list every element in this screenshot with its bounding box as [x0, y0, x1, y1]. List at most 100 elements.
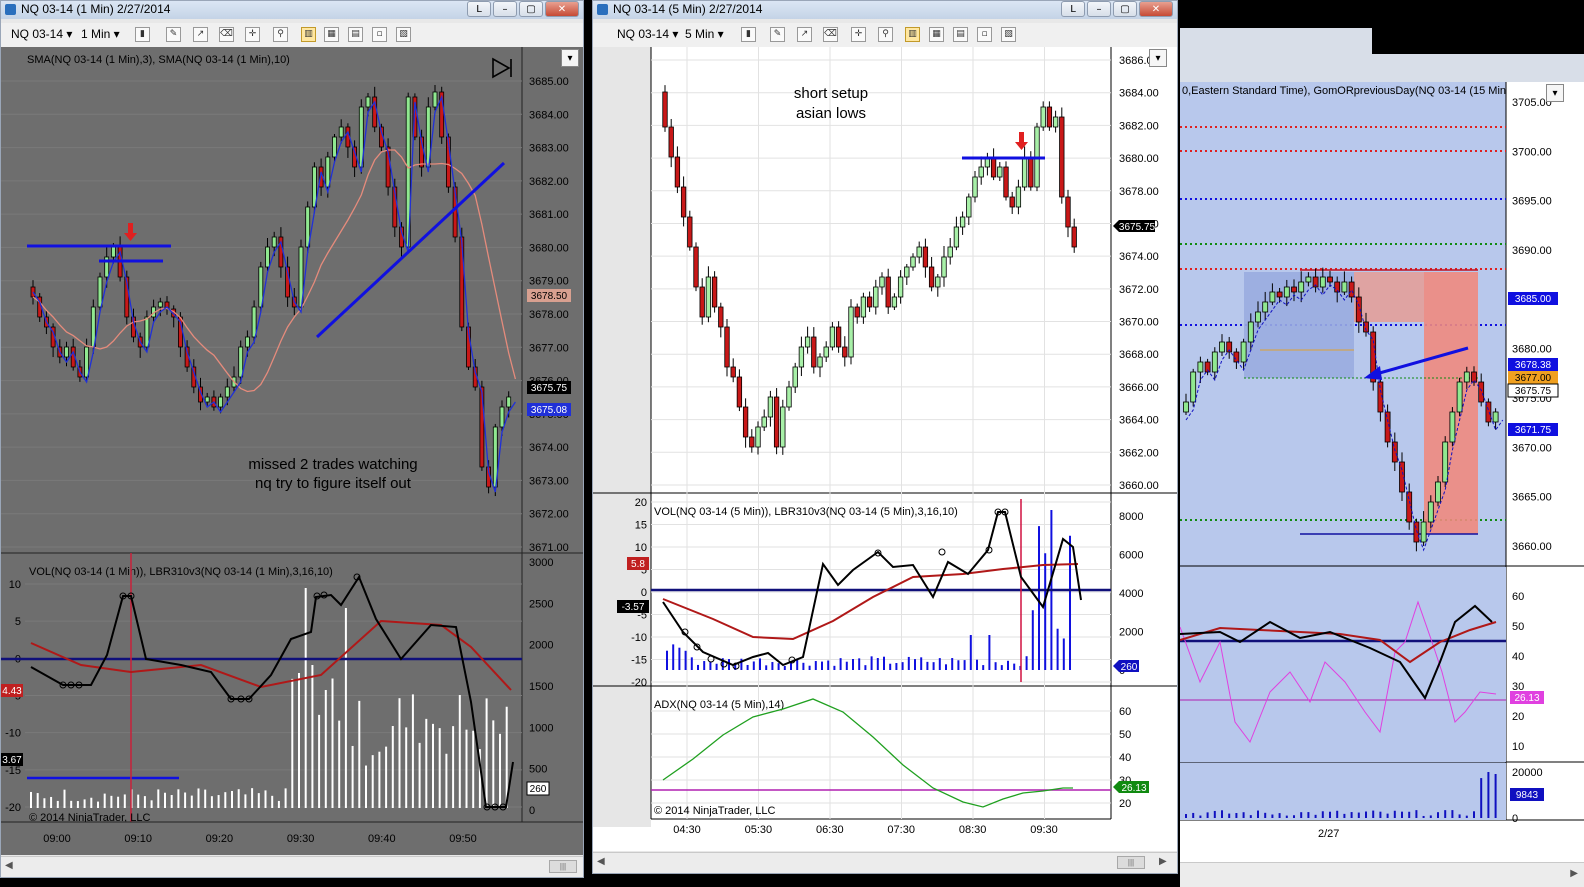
candle-body — [1456, 381, 1463, 413]
axis-tick-label: 3672.00 — [529, 509, 569, 521]
axis-tick-label: -15 — [5, 765, 21, 777]
minimize-button[interactable]: – — [493, 1, 517, 17]
chart-window-15min: L – ▢ ✕ 3705.003700.003695.003690.003685… — [1180, 28, 1584, 887]
annotation-line-2: nq try to figure itself out — [255, 475, 412, 492]
last-price-marker: 3675.75 — [527, 381, 571, 394]
maximize-button[interactable]: ▢ — [1113, 1, 1137, 17]
svg-text:3685.00: 3685.00 — [1515, 294, 1552, 305]
candle-body — [265, 246, 270, 268]
data-box-icon[interactable]: ▫ — [977, 27, 992, 42]
axis-tick-label: 0 — [1512, 813, 1518, 825]
draw-pencil-icon[interactable]: ✎ — [166, 27, 181, 42]
link-button[interactable]: L — [467, 1, 491, 17]
axis-tick-label: 3678.00 — [529, 309, 569, 321]
axis-tick-label: 3690.00 — [1512, 245, 1552, 257]
scroll-left-arrow[interactable]: ◀ — [597, 856, 605, 867]
chart-menu-dropdown[interactable]: ▾ — [561, 49, 579, 67]
candle-body — [749, 436, 755, 448]
axis-tick-label: 3682.00 — [529, 176, 569, 188]
axis-tick-label: 1500 — [529, 681, 553, 693]
chart-style-icon[interactable]: ▤ — [953, 27, 968, 42]
candle-body — [1478, 381, 1485, 403]
axis-tick-label: 3674.00 — [1119, 251, 1159, 263]
bar-type-icon[interactable]: ▮ — [135, 27, 150, 42]
osc-indicator-label: VOL(NQ 03-14 (1 Min)), LBR310v3(NQ 03-14… — [29, 566, 333, 578]
candle-body — [873, 286, 879, 308]
draw-tool-icon[interactable]: ↗ — [193, 27, 208, 42]
eraser-icon[interactable]: ⌫ — [219, 27, 234, 42]
indicators-icon[interactable]: ▥ — [301, 27, 316, 42]
instrument-selector[interactable]: NQ 03-14 ▾ — [617, 27, 678, 41]
candle-body — [1291, 286, 1297, 293]
indicators-icon[interactable]: ▥ — [905, 27, 920, 42]
candle-body — [699, 286, 705, 318]
chart-area-1min[interactable]: 3685.00 3684.00 3683.00 3682.00 3681.00 3680.… — [1, 47, 583, 855]
bar-type-icon[interactable]: ▮ — [741, 27, 756, 42]
zoom-icon[interactable]: ⚲ — [878, 27, 893, 42]
window-3-titlebar[interactable] — [1372, 28, 1584, 54]
axis-tick-label: 2000 — [529, 640, 553, 652]
crosshair-icon[interactable]: ✛ — [851, 27, 866, 42]
candle-body — [144, 316, 150, 348]
window-2-titlebar[interactable]: NQ 03-14 (5 Min) 2/27/2014 L – ▢ ✕ — [593, 1, 1177, 19]
annotation-line-1: short setup — [794, 85, 868, 102]
chart-area-5min[interactable]: 3686.003684.003682.003680.003678.003676.… — [593, 47, 1177, 851]
candle-body — [1021, 156, 1028, 188]
horizontal-scrollbar[interactable]: ◀ ||| ▶ — [593, 852, 1177, 873]
scroll-left-arrow[interactable]: ◀ — [5, 860, 13, 871]
candle-body — [792, 366, 798, 388]
close-button[interactable]: ✕ — [1139, 1, 1173, 17]
axis-tick-label: 2500 — [529, 598, 553, 610]
candle-body — [238, 346, 244, 378]
axis-tick-label: 50 — [1512, 621, 1524, 633]
axis-tick-label: 3680.00 — [529, 242, 569, 254]
eraser-icon[interactable]: ⌫ — [823, 27, 838, 42]
interval-selector[interactable]: 1 Min ▾ — [81, 27, 120, 41]
scroll-thumb[interactable]: ||| — [1117, 856, 1145, 869]
properties-icon[interactable]: ▧ — [1001, 27, 1016, 42]
candle-body — [1190, 371, 1197, 403]
axis-tick-label: 40 — [1512, 651, 1524, 663]
osc-indicator-label: VOL(NQ 03-14 (5 Min)), LBR310v3(NQ 03-14… — [654, 506, 958, 518]
axis-tick-label: -10 — [631, 632, 647, 644]
link-button[interactable]: L — [1061, 1, 1085, 17]
time-axis-label: 09:30 — [1030, 824, 1058, 836]
chart-area-15min[interactable]: 3705.003700.003695.003690.003685.003680.… — [1180, 82, 1584, 887]
candle-body — [662, 91, 668, 128]
copyright-text: © 2014 NinjaTrader, LLC — [654, 805, 775, 817]
interval-selector[interactable]: 5 Min ▾ — [685, 27, 724, 41]
horizontal-scrollbar[interactable]: ▶ — [1180, 862, 1584, 887]
draw-pencil-icon[interactable]: ✎ — [770, 27, 785, 42]
candle-body — [1449, 411, 1456, 443]
scroll-right-arrow[interactable]: ▶ — [1159, 856, 1167, 867]
candle-body — [1240, 341, 1247, 363]
candle-body — [332, 136, 337, 158]
candle-body — [693, 246, 699, 288]
scroll-right-arrow[interactable]: ▶ — [1570, 868, 1578, 879]
instrument-selector[interactable]: NQ 03-14 ▾ — [11, 27, 72, 41]
candle-body — [1262, 301, 1269, 313]
chart-menu-dropdown[interactable]: ▾ — [1546, 84, 1564, 102]
svg-text:3675.75: 3675.75 — [1515, 386, 1552, 397]
chart-style-icon[interactable]: ▤ — [348, 27, 363, 42]
sma3-price-marker: 3675.08 — [527, 403, 571, 416]
crosshair-icon[interactable]: ✛ — [245, 27, 260, 42]
scroll-thumb[interactable]: ||| — [549, 860, 577, 873]
strategies-icon[interactable]: ▦ — [929, 27, 944, 42]
strategies-icon[interactable]: ▦ — [324, 27, 339, 42]
zoom-icon[interactable]: ⚲ — [273, 27, 288, 42]
properties-icon[interactable]: ▧ — [396, 27, 411, 42]
desktop-background — [1180, 0, 1584, 28]
maximize-button[interactable]: ▢ — [519, 1, 543, 17]
data-box-icon[interactable]: ▫ — [372, 27, 387, 42]
window-1-titlebar[interactable]: NQ 03-14 (1 Min) 2/27/2014 L – ▢ ✕ — [1, 1, 583, 19]
minimize-button[interactable]: – — [1087, 1, 1111, 17]
close-button[interactable]: ✕ — [545, 1, 579, 17]
axis-tick-label: 3664.00 — [1119, 415, 1159, 427]
chart-menu-dropdown[interactable]: ▾ — [1149, 49, 1167, 67]
adx-indicator-label: ADX(NQ 03-14 (5 Min),14) — [654, 699, 784, 711]
chart-toolbar: NQ 03-14 ▾ 5 Min ▾ ▮ ✎ ↗ ⌫ ✛ ⚲ ▥ ▦ ▤ ▫ ▧ — [593, 23, 1177, 48]
draw-tool-icon[interactable]: ↗ — [797, 27, 812, 42]
horizontal-scrollbar[interactable]: ◀ ||| — [1, 856, 583, 877]
candle-body — [1071, 226, 1077, 248]
